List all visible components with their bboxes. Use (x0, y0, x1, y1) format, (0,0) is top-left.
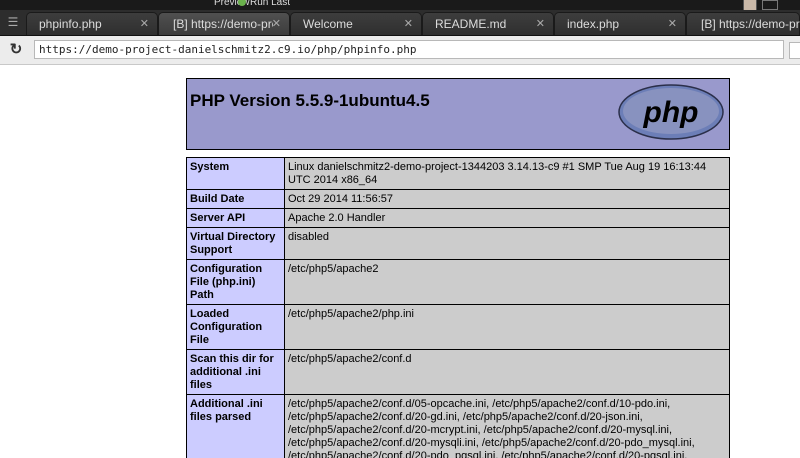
tab-label: [B] https://demo-pro (701, 17, 800, 31)
tab-label: README.md (435, 17, 507, 31)
row-value: Linux danielschmitz2-demo-project-134420… (284, 157, 730, 190)
tab-welcome[interactable]: Welcome ✕ (290, 12, 422, 35)
close-icon[interactable]: ✕ (668, 17, 677, 30)
tab-label: index.php (567, 17, 620, 31)
row-value: /etc/php5/apache2/conf.d/05-opcache.ini,… (284, 394, 730, 458)
table-row: Virtual Directory Support disabled (186, 227, 730, 260)
row-key: Server API (186, 208, 285, 228)
row-value: Apache 2.0 Handler (284, 208, 730, 228)
row-value: /etc/php5/apache2/conf.d (284, 349, 730, 395)
row-key: Loaded Configuration File (186, 304, 285, 350)
menu-icon[interactable]: ☰ (4, 14, 22, 30)
close-icon[interactable]: ✕ (536, 17, 545, 30)
logo-text: php (643, 96, 699, 129)
system-bar: Preview Run Last (0, 0, 800, 10)
row-value: Oct 29 2014 11:56:57 (284, 189, 730, 209)
table-row: Loaded Configuration File/etc/php5/apach… (186, 304, 730, 350)
row-key: Virtual Directory Support (186, 227, 285, 260)
close-icon[interactable]: ✕ (404, 17, 413, 30)
close-icon[interactable]: ✕ (272, 17, 281, 30)
popout-button[interactable] (789, 42, 800, 59)
row-key: Additional .ini files parsed (186, 394, 285, 458)
row-value: /etc/php5/apache2 (284, 259, 730, 305)
cpu-meter-icon (762, 0, 778, 10)
tab-browser-preview[interactable]: [B] https://demo-proj ✕ (158, 12, 290, 35)
avatar[interactable] (743, 0, 757, 10)
tab-label: [B] https://demo-proj (173, 17, 273, 31)
tab-label: Welcome (303, 17, 353, 31)
tab-phpinfo[interactable]: phpinfo.php ✕ (26, 12, 158, 35)
table-row: Scan this dir for additional .ini files /… (186, 349, 730, 395)
row-key: Configuration File (php.ini) Path (186, 259, 285, 305)
tab-index[interactable]: index.php ✕ (554, 12, 686, 35)
php-logo: php (618, 84, 724, 140)
address-bar: ↻ https://demo-project-danielschmitz2.c9… (0, 36, 800, 65)
table-row: Additional .ini files parsed/etc/php5/ap… (186, 394, 730, 458)
close-icon[interactable]: ✕ (140, 17, 149, 30)
table-row: System Linux danielschmitz2-demo-project-… (186, 157, 730, 190)
tab-label: phpinfo.php (39, 17, 102, 31)
row-value: disabled (284, 227, 730, 260)
row-key: System (186, 157, 285, 190)
php-header: PHP Version 5.5.9-1ubuntu4.5 php (186, 78, 730, 150)
run-label[interactable]: Run Last (250, 0, 290, 8)
tab-readme[interactable]: README.md ✕ (422, 12, 554, 35)
page-title: PHP Version 5.5.9-1ubuntu4.5 (190, 91, 430, 110)
table-row: Build Date Oct 29 2014 11:56:57 (186, 189, 730, 209)
row-key: Build Date (186, 189, 285, 209)
reload-icon[interactable]: ↻ (6, 40, 26, 60)
table-row: Configuration File (php.ini) Path/etc/ph… (186, 259, 730, 305)
tab-bar: ☰ phpinfo.php ✕ [B] https://demo-proj ✕ … (0, 10, 800, 36)
row-value: /etc/php5/apache2/php.ini (284, 304, 730, 350)
phpinfo-page: PHP Version 5.5.9-1ubuntu4.5 php System L… (0, 65, 800, 458)
url-input[interactable]: https://demo-project-danielschmitz2.c9.i… (34, 40, 784, 59)
php-info-table: System Linux danielschmitz2-demo-project-… (186, 157, 730, 458)
table-row: Server API Apache 2.0 Handler (186, 208, 730, 228)
row-key: Scan this dir for additional .ini files (186, 349, 285, 395)
tab-browser-preview-2[interactable]: [B] https://demo-pro (686, 12, 800, 35)
